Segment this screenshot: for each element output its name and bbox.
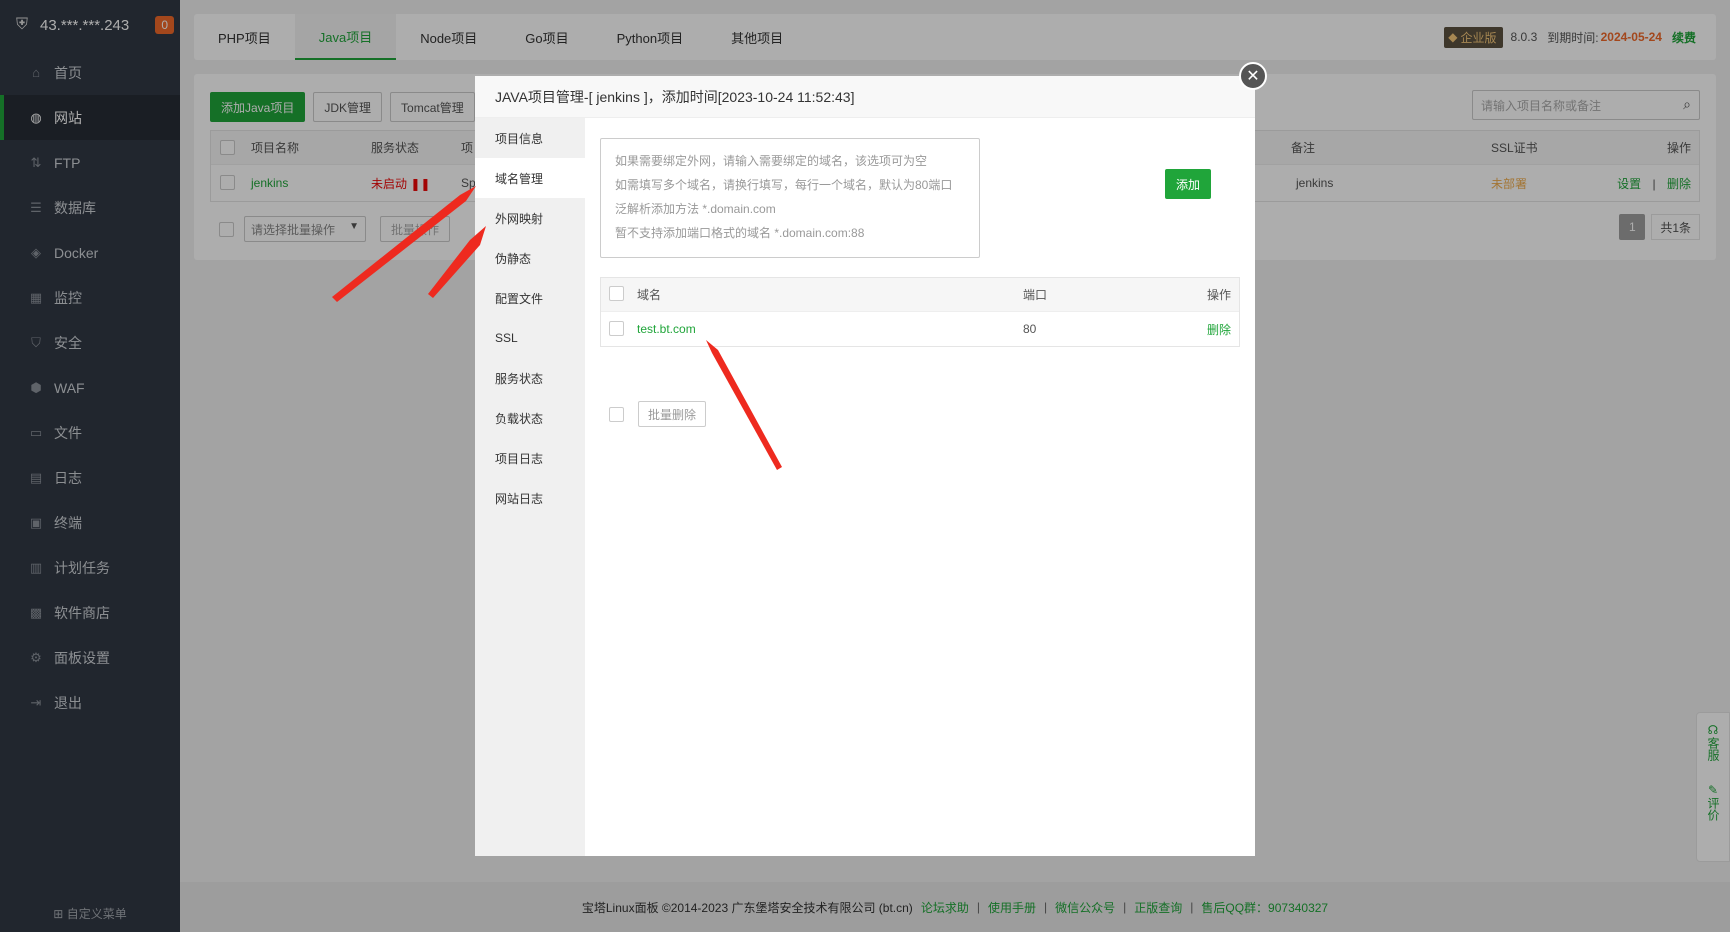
modal-nav: 项目信息 域名管理 外网映射 伪静态 配置文件 SSL 服务状态 负载状态 项目… [475, 118, 585, 856]
nav-project-log[interactable]: 项目日志 [475, 438, 585, 478]
nav-external-mapping[interactable]: 外网映射 [475, 198, 585, 238]
domain-select-all-checkbox[interactable] [609, 286, 624, 301]
bulk-delete-button[interactable]: 批量删除 [638, 401, 707, 427]
close-icon[interactable]: ✕ [1239, 62, 1267, 90]
textarea-hint-line: 如果需要绑定外网，请输入需要绑定的域名，该选项可为空 [615, 154, 928, 168]
textarea-hint-line: 泛解析添加方法 *.domain.com [615, 202, 776, 216]
domain-delete-link[interactable]: 删除 [1207, 321, 1231, 338]
nav-load-status[interactable]: 负载状态 [475, 398, 585, 438]
col-port: 端口 [1023, 288, 1048, 302]
modal-title: JAVA项目管理-[ jenkins ]，添加时间[2023-10-24 11:… [475, 76, 1255, 118]
domain-link[interactable]: test.bt.com [637, 322, 696, 336]
table-row: test.bt.com 80 删除 [601, 312, 1239, 346]
domain-bulk-actions: 批量删除 [609, 401, 707, 427]
domain-manage-panel: 如果需要绑定外网，请输入需要绑定的域名，该选项可为空 如需填写多个域名，请换行填… [585, 118, 1255, 856]
domain-table: 域名 端口 操作 test.bt.com 80 删除 [600, 277, 1240, 347]
domain-table-header: 域名 端口 操作 [601, 278, 1239, 312]
nav-ssl[interactable]: SSL [475, 318, 585, 358]
nav-project-info[interactable]: 项目信息 [475, 118, 585, 158]
textarea-hint-line: 如需填写多个域名，请换行填写，每行一个域名，默认为80端口 [615, 178, 953, 192]
col-domain-ops: 操作 [1206, 288, 1231, 302]
add-domain-button[interactable]: 添加 [1165, 169, 1211, 199]
domain-row-checkbox[interactable] [609, 321, 624, 336]
nav-site-log[interactable]: 网站日志 [475, 478, 585, 518]
nav-config-file[interactable]: 配置文件 [475, 278, 585, 318]
domain-textarea[interactable]: 如果需要绑定外网，请输入需要绑定的域名，该选项可为空 如需填写多个域名，请换行填… [600, 138, 980, 258]
nav-rewrite[interactable]: 伪静态 [475, 238, 585, 278]
domain-port: 80 [1023, 322, 1037, 336]
col-domain: 域名 [637, 288, 662, 302]
bulk-select-checkbox[interactable] [609, 406, 624, 422]
java-project-modal: JAVA项目管理-[ jenkins ]，添加时间[2023-10-24 11:… [475, 62, 1267, 856]
textarea-hint-line: 暂不支持添加端口格式的域名 *.domain.com:88 [615, 226, 865, 240]
nav-domain-manage[interactable]: 域名管理 [475, 158, 585, 198]
nav-service-status[interactable]: 服务状态 [475, 358, 585, 398]
